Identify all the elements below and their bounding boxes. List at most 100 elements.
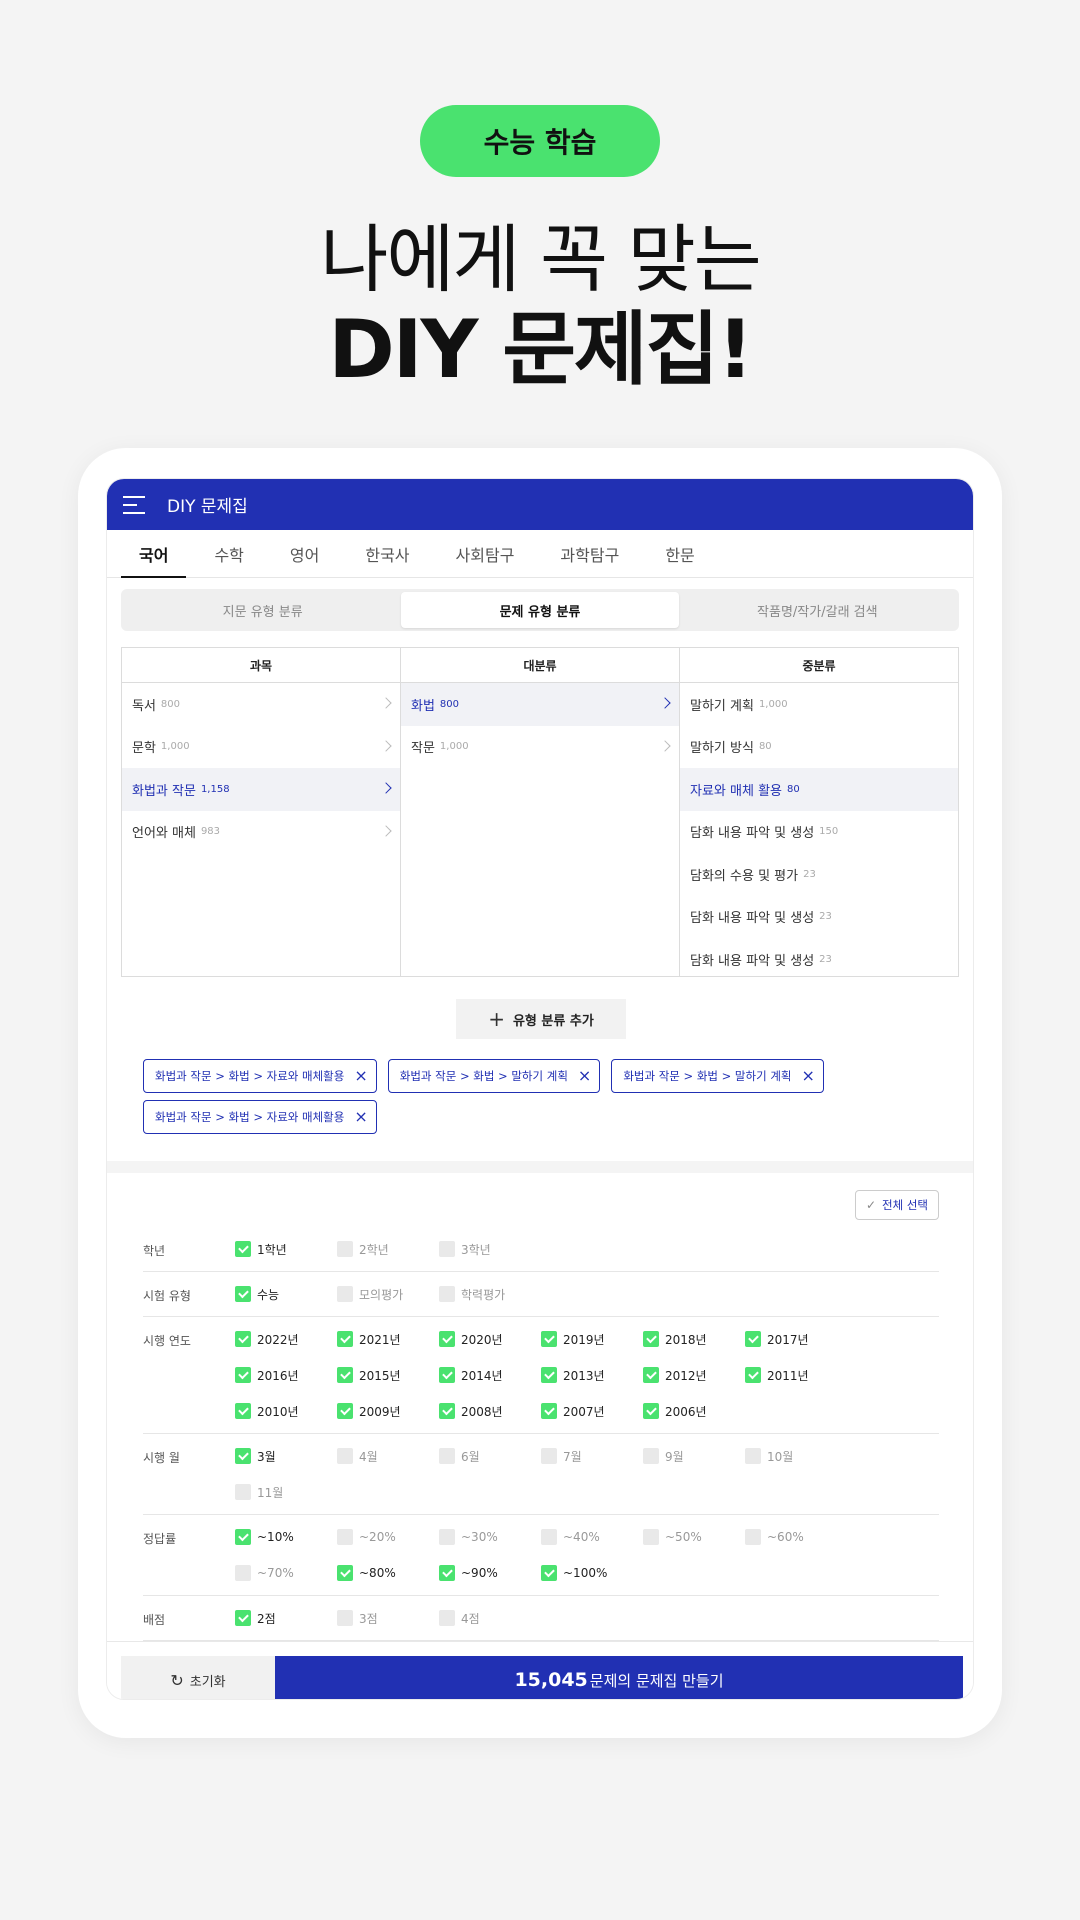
list-item[interactable]: 담화의 수용 및 평가 23 <box>680 853 958 896</box>
checkbox-checked-icon <box>337 1565 353 1581</box>
filter-checkbox[interactable]: ~30% <box>439 1526 541 1548</box>
reset-button[interactable]: ↻ 초기화 <box>121 1656 275 1699</box>
list-item[interactable]: 담화 내용 파악 및 생성 23 <box>680 896 958 939</box>
filter-checkbox[interactable]: ~100% <box>541 1562 643 1584</box>
list-item[interactable]: 독서 800 <box>122 683 400 726</box>
filter-checkbox[interactable]: 7월 <box>541 1445 643 1467</box>
chip-label: 화법과 작문 > 화법 > 말하기 계획 <box>399 1069 568 1083</box>
list-item[interactable]: 담화 내용 파악 및 생성 150 <box>680 811 958 854</box>
filter-checkbox[interactable]: 2점 <box>235 1607 337 1629</box>
checkbox-checked-icon <box>235 1331 251 1347</box>
filter-checkbox[interactable]: 2021년 <box>337 1328 439 1350</box>
filter-row: 정답률 ~10% ~20% ~30% ~40% ~50% ~60% ~70% ~80% ~90% ~… <box>143 1515 939 1596</box>
checkbox-unchecked-icon <box>745 1529 761 1545</box>
filter-checkbox[interactable]: ~50% <box>643 1526 745 1548</box>
filter-checkbox[interactable]: 2018년 <box>643 1328 745 1350</box>
list-item[interactable]: 언어와 매체 983 <box>122 811 400 854</box>
filter-checkbox[interactable]: 3학년 <box>439 1238 541 1260</box>
checkbox-checked-icon <box>235 1448 251 1464</box>
option-label: 2008년 <box>461 1404 503 1419</box>
filter-checkbox[interactable]: 1학년 <box>235 1238 337 1260</box>
tab-item[interactable]: 수학 <box>196 530 261 577</box>
filter-checkbox[interactable]: ~20% <box>337 1526 439 1548</box>
list-item[interactable]: 화법 800 <box>401 683 679 726</box>
list-item[interactable]: 자료와 매체 활용 80 <box>680 768 958 811</box>
filter-checkbox[interactable]: 4월 <box>337 1445 439 1467</box>
option-label: 3월 <box>257 1449 276 1464</box>
filter-checkbox[interactable]: 2012년 <box>643 1364 745 1386</box>
filter-checkbox[interactable]: 학력평가 <box>439 1283 541 1305</box>
filter-checkbox[interactable]: 2011년 <box>745 1364 847 1386</box>
list-item[interactable]: 작문 1,000 <box>401 726 679 769</box>
option-label: 3학년 <box>461 1242 491 1257</box>
close-icon[interactable]: × <box>578 1068 591 1084</box>
filter-checkbox[interactable]: 2015년 <box>337 1364 439 1386</box>
segment-option[interactable]: 문제 유형 분류 <box>401 592 679 628</box>
make-workbook-button[interactable]: 15,045 문제의 문제집 만들기 <box>275 1656 963 1699</box>
filter-checkbox[interactable]: ~80% <box>337 1562 439 1584</box>
tab-item[interactable]: 영어 <box>272 530 337 577</box>
filter-checkbox[interactable]: ~70% <box>235 1562 337 1584</box>
item-label: 말하기 계획 <box>690 698 754 714</box>
filter-checkbox[interactable]: 2학년 <box>337 1238 439 1260</box>
filter-checkbox[interactable]: 11월 <box>235 1481 337 1503</box>
filter-checkbox[interactable]: 4점 <box>439 1607 541 1629</box>
filter-checkbox[interactable]: 2014년 <box>439 1364 541 1386</box>
filter-checkbox[interactable]: 2022년 <box>235 1328 337 1350</box>
filter-checkbox[interactable]: ~90% <box>439 1562 541 1584</box>
filter-checkbox[interactable]: 10월 <box>745 1445 847 1467</box>
list-item[interactable]: 문학 1,000 <box>122 726 400 769</box>
filter-checkbox[interactable]: 2013년 <box>541 1364 643 1386</box>
segment-option[interactable]: 지문 유형 분류 <box>124 592 401 628</box>
add-type-button[interactable]: + 유형 분류 추가 <box>456 999 626 1039</box>
option-label: 2009년 <box>359 1404 401 1419</box>
list-item[interactable]: 말하기 방식 80 <box>680 726 958 769</box>
filter-checkbox[interactable]: 수능 <box>235 1283 337 1305</box>
select-all-button[interactable]: ✓ 전체 선택 <box>854 1190 939 1220</box>
filter-checkbox[interactable]: 2009년 <box>337 1400 439 1422</box>
tab-item[interactable]: 한문 <box>647 530 712 577</box>
section-divider <box>107 1161 973 1173</box>
filter-checkbox[interactable]: 3월 <box>235 1445 337 1467</box>
close-icon[interactable]: × <box>354 1068 367 1084</box>
tab-item[interactable]: 국어 <box>121 530 187 578</box>
checkbox-checked-icon <box>541 1565 557 1581</box>
menu-icon[interactable] <box>123 495 145 514</box>
filter-checkbox[interactable]: 2008년 <box>439 1400 541 1422</box>
option-label: ~90% <box>461 1566 498 1580</box>
plus-icon: + <box>488 1007 505 1031</box>
app-bar: DIY 문제집 <box>107 479 973 530</box>
selection-chip: 화법과 작문 > 화법 > 말하기 계획 × <box>611 1059 824 1093</box>
filter-checkbox[interactable]: 2006년 <box>643 1400 745 1422</box>
checkbox-unchecked-icon <box>439 1610 455 1626</box>
filter-checkbox[interactable]: ~40% <box>541 1526 643 1548</box>
filter-checkbox[interactable]: 2019년 <box>541 1328 643 1350</box>
app-title: DIY 문제집 <box>167 497 248 517</box>
item-label: 문학 <box>132 741 156 757</box>
close-icon[interactable]: × <box>801 1068 814 1084</box>
list-item[interactable]: 화법과 작문 1,158 <box>122 768 400 811</box>
filter-checkbox[interactable]: 9월 <box>643 1445 745 1467</box>
segment-option[interactable]: 작품명/작가/갈래 검색 <box>679 592 956 628</box>
filter-checkbox[interactable]: 2007년 <box>541 1400 643 1422</box>
filter-checkbox[interactable]: 6월 <box>439 1445 541 1467</box>
filter-checkbox[interactable]: 모의평가 <box>337 1283 439 1305</box>
filter-checkbox[interactable]: ~10% <box>235 1526 337 1548</box>
tab-item[interactable]: 한국사 <box>347 530 427 577</box>
option-label: 2019년 <box>563 1332 605 1347</box>
filter-checkbox[interactable]: ~60% <box>745 1526 847 1548</box>
option-label: 11월 <box>257 1485 284 1500</box>
chevron-right-icon <box>380 740 392 752</box>
tab-item[interactable]: 과학탐구 <box>542 530 637 577</box>
close-icon[interactable]: × <box>354 1109 367 1125</box>
list-item[interactable]: 말하기 계획 1,000 <box>680 683 958 726</box>
filter-checkbox[interactable]: 3점 <box>337 1607 439 1629</box>
list-item[interactable]: 담화 내용 파악 및 생성 23 <box>680 938 958 981</box>
tab-item[interactable]: 사회탐구 <box>438 530 533 577</box>
filter-checkbox[interactable]: 2010년 <box>235 1400 337 1422</box>
filter-checkbox[interactable]: 2016년 <box>235 1364 337 1386</box>
filter-checkbox[interactable]: 2020년 <box>439 1328 541 1350</box>
chevron-right-icon <box>380 825 392 837</box>
option-label: 6월 <box>461 1449 480 1464</box>
filter-checkbox[interactable]: 2017년 <box>745 1328 847 1350</box>
